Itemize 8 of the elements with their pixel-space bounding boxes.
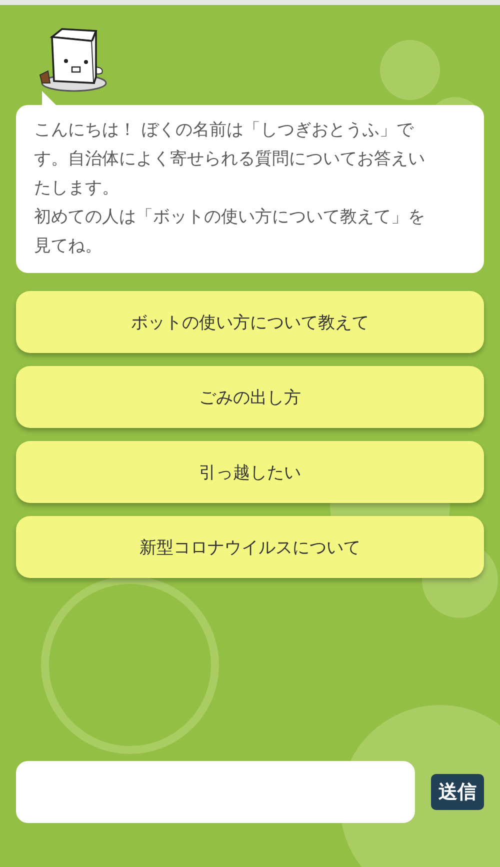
background-circle (380, 40, 440, 100)
quick-reply-button[interactable]: ボットの使い方について教えて (16, 291, 484, 353)
quick-reply-button[interactable]: 引っ越したい (16, 441, 484, 503)
bot-message-text: こんにちは！ ぼくの名前は「しつぎおとうふ」で す。自治体によく寄せられる質問についてお答えい たします。 初めての人は「ボットの使い方について教えて」を 見てね。 (34, 119, 426, 258)
quick-reply-button[interactable]: ごみの出し方 (16, 366, 484, 428)
message-input-field[interactable] (16, 761, 415, 823)
quick-reply-button[interactable]: 新型コロナウイルスについて (16, 516, 484, 578)
send-button[interactable]: 送信 (431, 774, 484, 810)
